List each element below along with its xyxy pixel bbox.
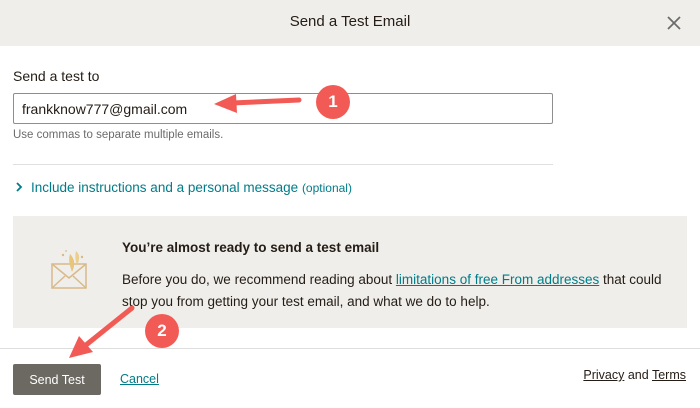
footer-links: Privacy and Terms bbox=[583, 368, 686, 382]
cancel-link[interactable]: Cancel bbox=[120, 372, 159, 386]
include-instructions-toggle[interactable]: Include instructions and a personal mess… bbox=[15, 180, 352, 195]
dialog-header: Send a Test Email bbox=[0, 0, 700, 46]
free-from-addresses-link[interactable]: limitations of free From addresses bbox=[396, 272, 599, 287]
privacy-link[interactable]: Privacy bbox=[583, 368, 624, 382]
close-icon bbox=[667, 16, 681, 30]
terms-link[interactable]: Terms bbox=[652, 368, 686, 382]
annotation-arrows bbox=[69, 94, 302, 358]
notice-panel: You’re almost ready to send a test email… bbox=[13, 216, 687, 328]
email-input[interactable] bbox=[13, 93, 553, 124]
optional-label: (optional) bbox=[301, 181, 352, 195]
close-button[interactable] bbox=[662, 11, 686, 35]
footer-divider bbox=[0, 348, 700, 349]
envelope-icon bbox=[46, 246, 94, 299]
and-text: and bbox=[627, 368, 649, 382]
notice-body: Before you do, we recommend reading abou… bbox=[122, 269, 662, 313]
chevron-right-icon bbox=[15, 180, 23, 195]
divider bbox=[13, 164, 553, 165]
annotation-badge-1: 1 bbox=[316, 85, 350, 119]
dialog-title: Send a Test Email bbox=[289, 13, 411, 30]
send-test-button[interactable]: Send Test bbox=[13, 364, 101, 395]
annotation-badge-2: 2 bbox=[145, 314, 179, 348]
include-instructions-label: Include instructions and a personal mess… bbox=[31, 180, 299, 195]
send-to-label: Send a test to bbox=[13, 68, 100, 84]
email-helper-text: Use commas to separate multiple emails. bbox=[13, 129, 224, 141]
notice-title: You’re almost ready to send a test email bbox=[122, 240, 380, 255]
notice-body-text: Before you do, we recommend reading abou… bbox=[122, 272, 396, 287]
